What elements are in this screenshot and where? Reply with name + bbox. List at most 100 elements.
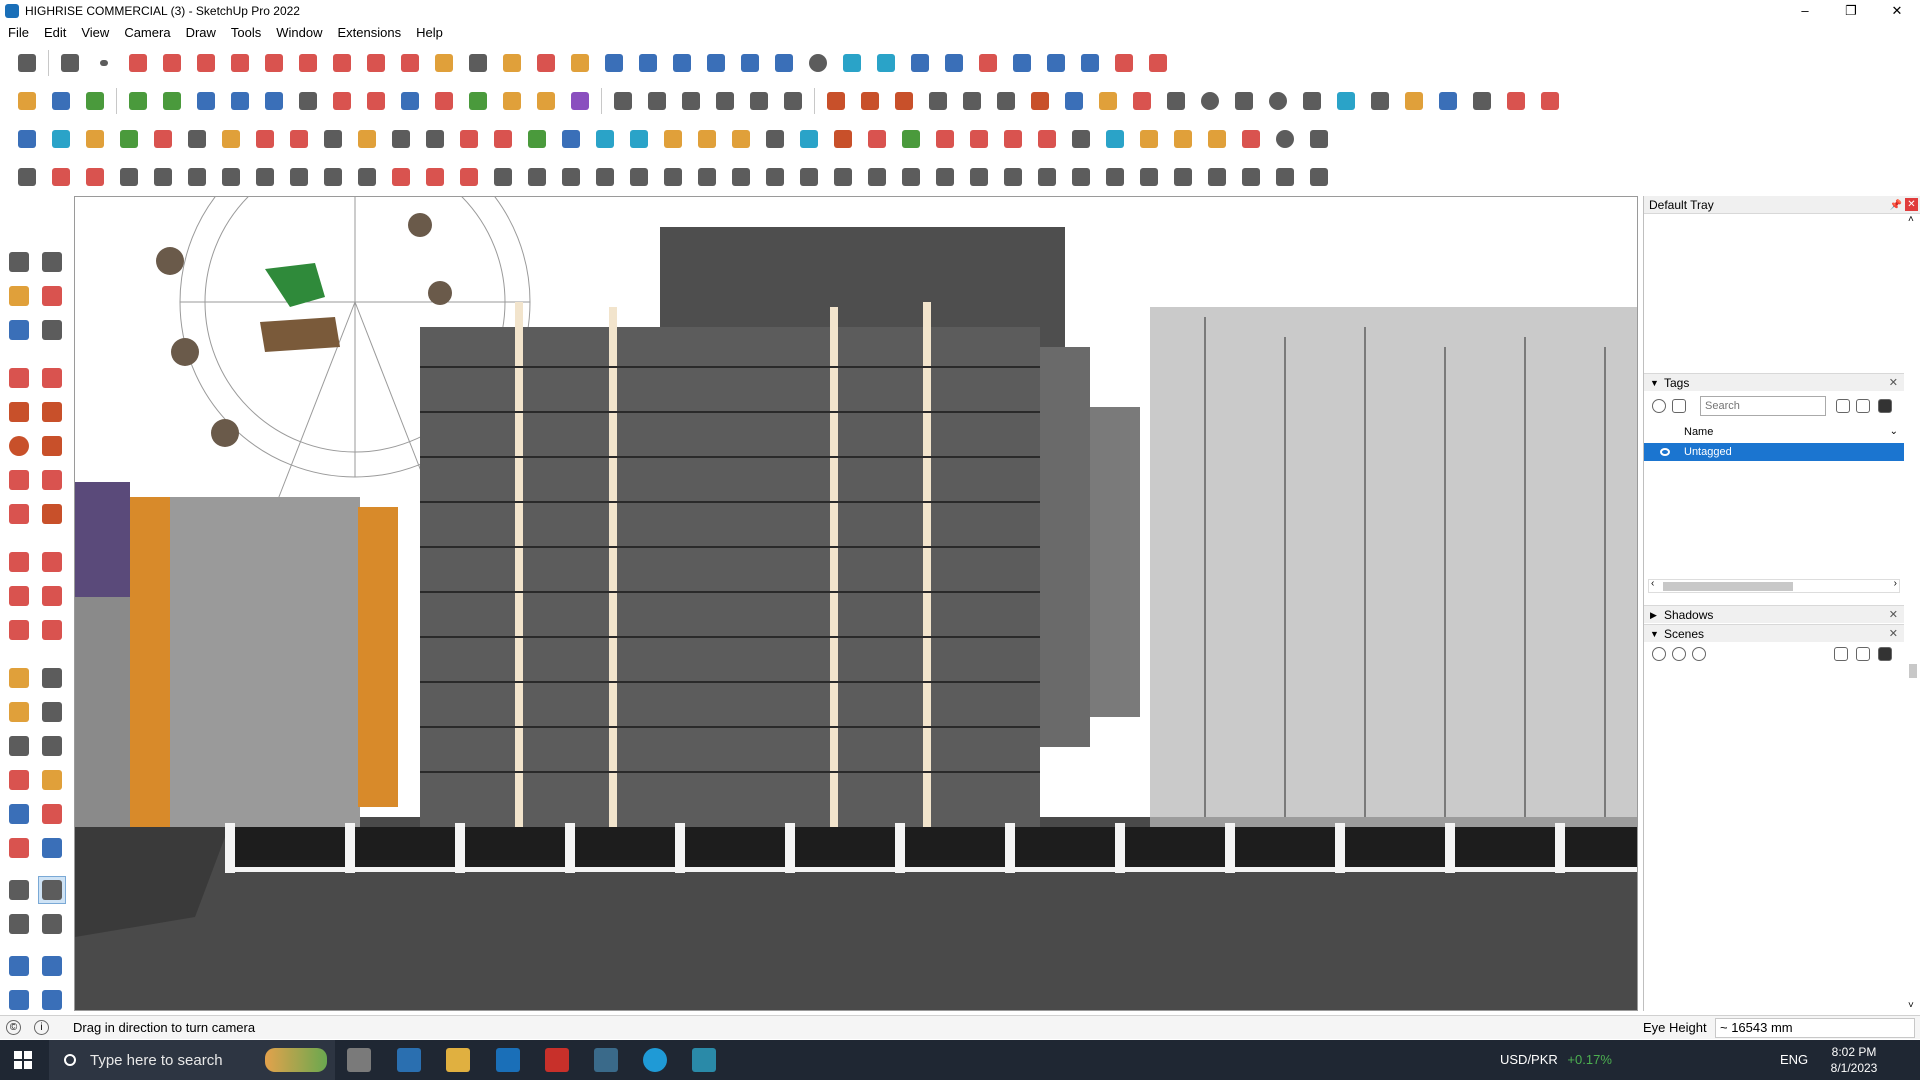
tape-measure-icon[interactable] xyxy=(431,50,457,76)
curve-icon[interactable] xyxy=(1333,88,1359,114)
tags-column-header[interactable]: Name ⌄ xyxy=(1684,423,1904,441)
corner-red-icon[interactable] xyxy=(388,164,414,190)
visibility-eye-icon[interactable] xyxy=(1660,448,1670,456)
menu-tools[interactable]: Tools xyxy=(231,25,261,40)
component-rotate-icon[interactable] xyxy=(966,126,992,152)
ramp-icon[interactable] xyxy=(524,164,550,190)
top-view-icon[interactable] xyxy=(48,88,74,114)
house-icon[interactable] xyxy=(678,88,704,114)
wires-icon[interactable] xyxy=(830,164,856,190)
move-tool-icon[interactable] xyxy=(295,50,321,76)
undo-icon[interactable] xyxy=(1077,50,1103,76)
wood-icon[interactable] xyxy=(354,126,380,152)
curve-points-icon[interactable] xyxy=(48,164,74,190)
scale-draw-icon[interactable] xyxy=(5,616,33,644)
zoom-tool-icon[interactable] xyxy=(5,800,33,828)
push-pull-draw-icon[interactable] xyxy=(38,548,66,576)
currency-widget[interactable]: USD/PKR +0.17% xyxy=(1500,1052,1612,1067)
menu-view[interactable]: View xyxy=(81,25,109,40)
gear-link-icon[interactable] xyxy=(1469,88,1495,114)
styles-icon[interactable] xyxy=(771,50,797,76)
pan-tool-icon[interactable] xyxy=(38,766,66,794)
pin-icon[interactable]: 📌 xyxy=(1890,197,1902,215)
book-icon[interactable] xyxy=(728,164,754,190)
leaf-icon[interactable] xyxy=(660,164,686,190)
edge-browser-icon[interactable] xyxy=(643,1048,667,1072)
line-tool-icon[interactable] xyxy=(159,50,185,76)
fence-icon[interactable] xyxy=(1102,164,1128,190)
close-button[interactable]: ✕ xyxy=(1874,0,1920,22)
dropdown-icon[interactable] xyxy=(91,50,117,76)
select-tool-icon[interactable] xyxy=(57,50,83,76)
user-icon[interactable] xyxy=(805,50,831,76)
offset-tool-icon[interactable] xyxy=(397,50,423,76)
layer-red-icon[interactable] xyxy=(150,126,176,152)
shape-box-icon[interactable] xyxy=(1163,88,1189,114)
3d-warehouse-icon[interactable] xyxy=(873,50,899,76)
shape-hex-icon[interactable] xyxy=(1231,88,1257,114)
text-label-icon[interactable] xyxy=(38,698,66,726)
axes-icon[interactable] xyxy=(5,732,33,760)
grid-orange-icon[interactable] xyxy=(1136,126,1162,152)
tag-tool-pencil-icon[interactable] xyxy=(1836,399,1850,413)
scroll-thumb[interactable] xyxy=(1663,582,1793,591)
details-arrow-icon[interactable] xyxy=(1878,399,1892,413)
circle-draw-icon[interactable] xyxy=(5,432,33,460)
sphere-icon[interactable] xyxy=(252,164,278,190)
texture-grid-icon[interactable] xyxy=(857,88,883,114)
language-indicator[interactable]: ENG xyxy=(1780,1052,1808,1067)
dotted-line-icon[interactable] xyxy=(456,126,482,152)
tag-red-icon[interactable] xyxy=(1034,126,1060,152)
hatch-icon[interactable] xyxy=(932,164,958,190)
tray-vertical-scrollbar[interactable]: ˄ ˅ xyxy=(1906,214,1920,1011)
two-point-arc-icon[interactable] xyxy=(38,466,66,494)
lasso-add-icon[interactable] xyxy=(762,126,788,152)
plane-icon[interactable] xyxy=(796,164,822,190)
undo-red-icon[interactable] xyxy=(864,126,890,152)
mirror-icon[interactable] xyxy=(1043,50,1069,76)
house-window-icon[interactable] xyxy=(780,88,806,114)
hand-icon[interactable] xyxy=(626,164,652,190)
tags-search-input[interactable] xyxy=(1700,396,1826,416)
rotate-tool-icon[interactable] xyxy=(329,50,355,76)
previous-view-icon[interactable] xyxy=(38,834,66,862)
panel-icon[interactable] xyxy=(184,164,210,190)
cross-green-icon[interactable] xyxy=(524,126,550,152)
add-scene-icon[interactable] xyxy=(1672,647,1686,661)
uv-warp-icon[interactable] xyxy=(1027,88,1053,114)
zoom-extents-icon[interactable] xyxy=(14,50,40,76)
rectangle-draw-icon[interactable] xyxy=(5,398,33,426)
orbit-icon[interactable] xyxy=(533,50,559,76)
seat-icon[interactable] xyxy=(966,164,992,190)
union-icon[interactable] xyxy=(159,88,185,114)
scroll-right-icon[interactable]: › xyxy=(1894,578,1897,589)
split-icon[interactable] xyxy=(193,88,219,114)
align-x-icon[interactable] xyxy=(533,88,559,114)
house-outline-icon[interactable] xyxy=(746,88,772,114)
panel-close-icon[interactable]: ✕ xyxy=(1889,374,1898,392)
explode-icon[interactable] xyxy=(1238,126,1264,152)
thumbnail-icon[interactable] xyxy=(1856,647,1870,661)
ruby-icon[interactable] xyxy=(38,986,66,1014)
autocad-icon[interactable] xyxy=(545,1048,569,1072)
rotated-rectangle-icon[interactable] xyxy=(38,398,66,426)
shape-circle-icon[interactable] xyxy=(1197,88,1223,114)
panel-close-icon[interactable]: ✕ xyxy=(1889,606,1898,624)
grid-dots-icon[interactable] xyxy=(1306,126,1332,152)
stair-icon[interactable] xyxy=(490,164,516,190)
multi-line-icon[interactable] xyxy=(864,164,890,190)
zoom-extents-tool-icon[interactable] xyxy=(5,834,33,862)
component-grid-icon[interactable] xyxy=(1068,126,1094,152)
follow-me-draw-icon[interactable] xyxy=(38,582,66,610)
make-component-icon[interactable] xyxy=(38,248,66,276)
house-wall-icon[interactable] xyxy=(610,88,636,114)
globe-icon[interactable] xyxy=(286,164,312,190)
scroll-down-icon[interactable]: ˅ xyxy=(1908,1000,1914,1011)
menu-draw[interactable]: Draw xyxy=(186,25,216,40)
polygon-draw-icon[interactable] xyxy=(38,432,66,460)
tag-row-untagged[interactable]: Untagged xyxy=(1644,443,1904,461)
panel-close-icon[interactable]: ✕ xyxy=(1889,625,1898,643)
scroll-left-icon[interactable]: ‹ xyxy=(1651,578,1654,589)
fan-icon[interactable] xyxy=(694,164,720,190)
scenes-panel-header[interactable]: ▼ Scenes ✕ xyxy=(1644,624,1904,642)
